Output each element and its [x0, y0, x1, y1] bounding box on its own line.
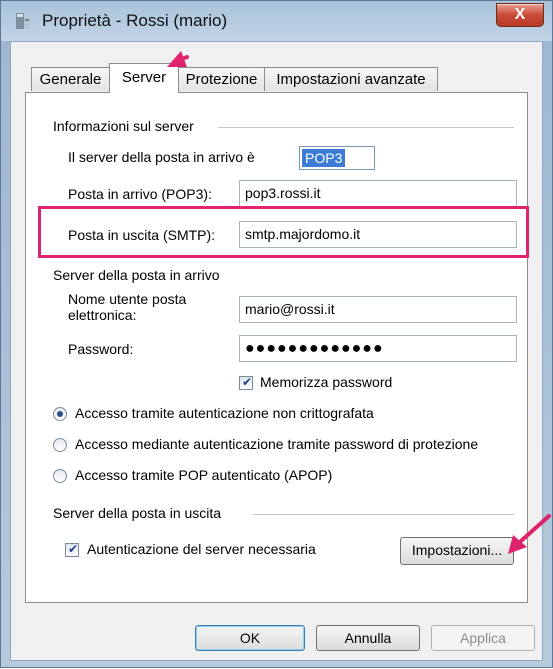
arrow-to-settings-button-icon	[508, 514, 551, 554]
arrow-to-server-tab-icon	[167, 51, 189, 67]
properties-window: Proprietà - Rossi (mario) X Generale Ser…	[0, 0, 553, 668]
annotation-arrows	[167, 51, 551, 554]
